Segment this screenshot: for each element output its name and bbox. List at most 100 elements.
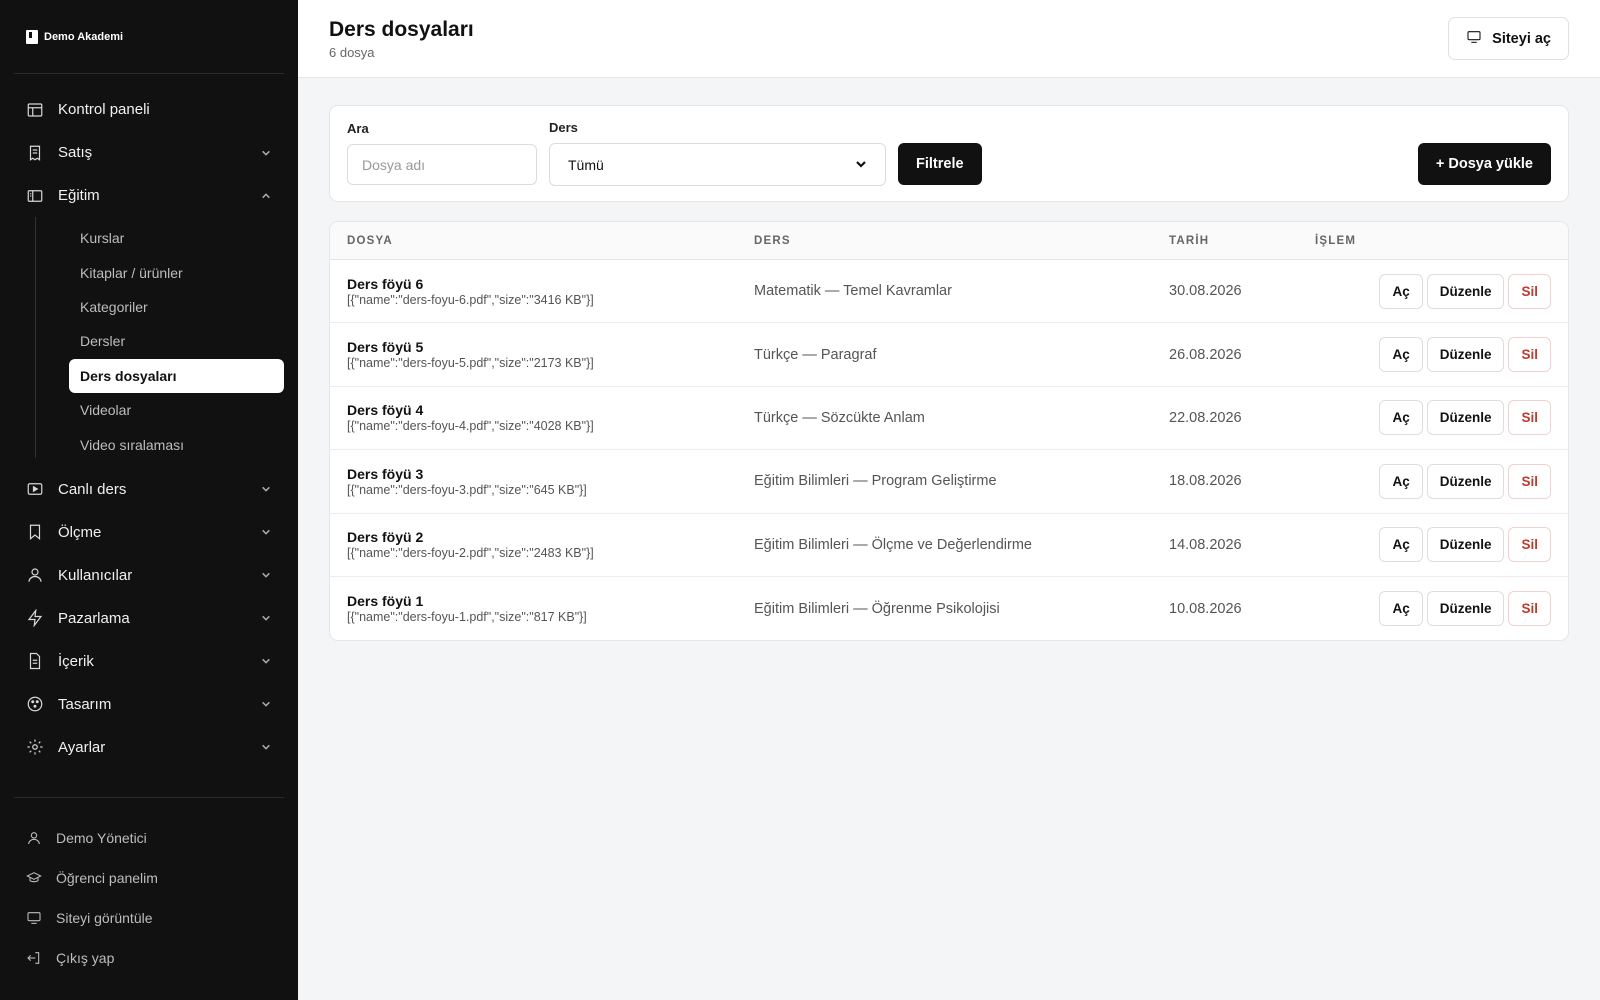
table-row: Ders föyü 5 [{"name":"ders-foyu-5.pdf","… — [330, 323, 1568, 387]
file-name: Ders föyü 6 — [347, 275, 424, 292]
subnav-item-lesson-files[interactable]: Ders dosyaları — [69, 358, 284, 393]
sidebar-footer: Demo Yönetici Öğrenci panelim Siteyi gör… — [14, 797, 284, 1000]
subnav-item-videos[interactable]: Videolar — [35, 393, 284, 427]
file-meta: [{"name":"ders-foyu-6.pdf","size":"3416 … — [347, 292, 594, 307]
action-cell: Aç Düzenle Sil — [1315, 337, 1551, 373]
edit-file-button[interactable]: Düzenle — [1426, 400, 1505, 436]
action-cell: Aç Düzenle Sil — [1315, 273, 1551, 309]
footer-item-admin[interactable]: Demo Yönetici — [14, 818, 284, 858]
bookmark-icon — [26, 523, 44, 541]
sidebar-item-sales[interactable]: Satış — [14, 131, 284, 174]
search-label: Ara — [347, 121, 369, 136]
edit-file-button[interactable]: Düzenle — [1426, 337, 1505, 373]
sidebar-item-label: İçerik — [58, 652, 94, 670]
open-file-button[interactable]: Aç — [1379, 400, 1423, 436]
file-meta: [{"name":"ders-foyu-1.pdf","size":"817 K… — [347, 610, 587, 625]
delete-file-button[interactable]: Sil — [1508, 337, 1551, 373]
edit-file-button[interactable]: Düzenle — [1426, 591, 1505, 627]
delete-file-button[interactable]: Sil — [1508, 527, 1551, 563]
lesson-cell: Türkçe — Sözcükte Anlam — [754, 409, 925, 426]
filter-button[interactable]: Filtrele — [898, 143, 982, 185]
user-icon — [26, 830, 42, 846]
open-file-button[interactable]: Aç — [1379, 337, 1423, 373]
file-name: Ders föyü 2 — [347, 529, 424, 546]
table-body: Ders föyü 6 [{"name":"ders-foyu-6.pdf","… — [330, 260, 1568, 640]
open-site-button[interactable]: Siteyi aç — [1448, 17, 1569, 60]
table-row: Ders föyü 6 [{"name":"ders-foyu-6.pdf","… — [330, 260, 1568, 324]
open-file-button[interactable]: Aç — [1379, 591, 1423, 627]
edit-file-button[interactable]: Düzenle — [1426, 527, 1505, 563]
file-meta: [{"name":"ders-foyu-2.pdf","size":"2483 … — [347, 546, 594, 561]
subnav-item-books[interactable]: Kitaplar / ürünler — [35, 255, 284, 289]
palette-icon — [26, 695, 44, 713]
file-meta: [{"name":"ders-foyu-3.pdf","size":"645 K… — [347, 482, 587, 497]
sidebar-item-users[interactable]: Kullanıcılar — [14, 554, 284, 597]
sidebar-item-label: Eğitim — [58, 187, 100, 204]
file-cell: Ders föyü 6 [{"name":"ders-foyu-6.pdf","… — [347, 276, 754, 307]
open-file-button[interactable]: Aç — [1379, 463, 1423, 499]
sidebar-item-content[interactable]: İçerik — [14, 640, 284, 683]
sidebar-item-live-class[interactable]: Canlı ders — [14, 468, 284, 511]
education-subnav: Kurslar Kitaplar / ürünler Kategoriler D… — [35, 217, 284, 468]
file-cell: Ders föyü 5 [{"name":"ders-foyu-5.pdf","… — [347, 339, 754, 370]
chevron-down-icon — [260, 483, 272, 495]
action-cell: Aç Düzenle Sil — [1315, 591, 1551, 627]
delete-file-button[interactable]: Sil — [1508, 400, 1551, 436]
chevron-down-icon — [855, 157, 867, 173]
upload-file-button[interactable]: + Dosya yükle — [1417, 143, 1551, 185]
action-cell: Aç Düzenle Sil — [1315, 463, 1551, 499]
receipt-icon — [26, 144, 44, 162]
footer-item-label: Öğrenci panelim — [56, 870, 158, 886]
delete-file-button[interactable]: Sil — [1508, 463, 1551, 499]
book-icon — [26, 187, 44, 205]
edit-file-button[interactable]: Düzenle — [1426, 273, 1505, 309]
sidebar-item-label: Satış — [58, 144, 93, 161]
sidebar-item-label: Ayarlar — [58, 738, 106, 756]
delete-file-button[interactable]: Sil — [1508, 591, 1551, 627]
file-cell: Ders föyü 3 [{"name":"ders-foyu-3.pdf","… — [347, 466, 754, 497]
open-file-button[interactable]: Aç — [1379, 527, 1423, 563]
brand[interactable]: Demo Akademi — [14, 0, 284, 74]
footer-item-logout[interactable]: Çıkış yap — [14, 938, 284, 978]
sidebar-item-marketing[interactable]: Pazarlama — [14, 597, 284, 640]
sidebar-item-assessment[interactable]: Ölçme — [14, 511, 284, 554]
content: Ara Ders Tümü Filtrele + Dosya yükle DOS… — [298, 78, 1600, 668]
file-name: Ders föyü 5 — [347, 339, 424, 356]
footer-item-student-panel[interactable]: Öğrenci panelim — [14, 858, 284, 898]
sidebar-item-education[interactable]: Eğitim — [14, 174, 284, 217]
page-subtitle: 6 dosya — [329, 44, 375, 60]
sidebar-item-label: Kontrol paneli — [58, 101, 150, 118]
subnav-item-courses[interactable]: Kurslar — [35, 221, 284, 255]
file-name: Ders föyü 3 — [347, 465, 424, 482]
file-cell: Ders föyü 1 [{"name":"ders-foyu-1.pdf","… — [347, 593, 754, 624]
chevron-down-icon — [260, 612, 272, 624]
subnav-item-categories[interactable]: Kategoriler — [35, 290, 284, 324]
action-cell: Aç Düzenle Sil — [1315, 400, 1551, 436]
sidebar-item-design[interactable]: Tasarım — [14, 683, 284, 726]
date-cell: 10.08.2026 — [1169, 600, 1242, 617]
lesson-select[interactable]: Tümü — [549, 143, 886, 186]
dashboard-icon — [26, 101, 44, 119]
file-name: Ders föyü 4 — [347, 402, 424, 419]
search-input[interactable] — [347, 144, 537, 185]
action-cell: Aç Düzenle Sil — [1315, 527, 1551, 563]
subnav-item-video-order[interactable]: Video sıralaması — [35, 427, 284, 461]
delete-file-button[interactable]: Sil — [1508, 273, 1551, 309]
footer-item-view-site[interactable]: Siteyi görüntüle — [14, 898, 284, 938]
edit-file-button[interactable]: Düzenle — [1426, 463, 1505, 499]
table-row: Ders föyü 3 [{"name":"ders-foyu-3.pdf","… — [330, 450, 1568, 514]
sidebar-item-settings[interactable]: Ayarlar — [14, 726, 284, 769]
column-header-lesson: DERS — [754, 234, 791, 247]
file-meta: [{"name":"ders-foyu-4.pdf","size":"4028 … — [347, 419, 594, 434]
lesson-select-value: Tümü — [568, 156, 604, 173]
table-row: Ders föyü 2 [{"name":"ders-foyu-2.pdf","… — [330, 514, 1568, 577]
sidebar-item-dashboard[interactable]: Kontrol paneli — [14, 88, 284, 131]
sidebar-item-label: Kullanıcılar — [58, 566, 133, 584]
open-file-button[interactable]: Aç — [1379, 273, 1423, 309]
column-header-date: TARİH — [1169, 234, 1210, 247]
subnav-item-lessons[interactable]: Dersler — [35, 324, 284, 358]
video-icon — [26, 480, 44, 498]
file-name: Ders föyü 1 — [347, 593, 424, 610]
date-cell: 14.08.2026 — [1169, 536, 1242, 553]
column-header-file: DOSYA — [347, 234, 393, 247]
